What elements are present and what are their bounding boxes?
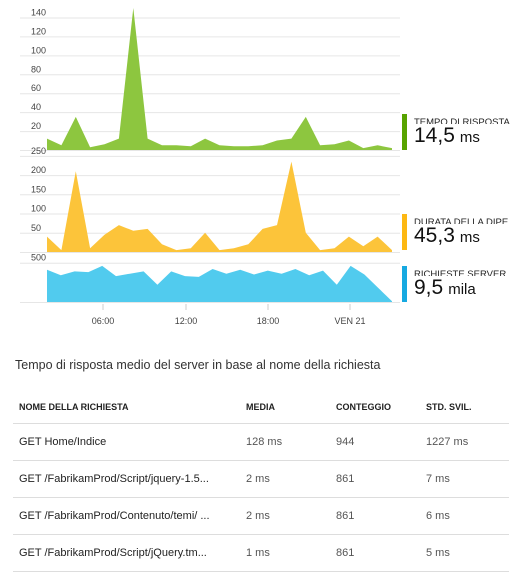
- y-tick-label: 150: [31, 184, 46, 194]
- x-tick-label: 12:00: [175, 316, 198, 326]
- request-std-dev: 6 ms: [420, 497, 509, 535]
- request-std-dev: 7 ms: [420, 460, 509, 498]
- legend-dependency-duration[interactable]: DURATA DELLA DIPEND... 45,3 ms: [402, 214, 529, 250]
- request-name: GET Home/Indice: [13, 423, 240, 461]
- table-row[interactable]: GET Home/Indice 128 ms 944 1227 ms: [13, 423, 509, 461]
- table-row[interactable]: GET /FabrikamProd/Contenuto/temi/ ... 2 …: [13, 497, 509, 535]
- request-average: 128 ms: [240, 423, 330, 461]
- legend-server-requests[interactable]: RICHIESTE SERVER 9,5 mila: [402, 266, 529, 302]
- y-tick-label: 80: [31, 64, 41, 74]
- y-tick-label: 200: [31, 165, 46, 175]
- column-header-name[interactable]: NOME DELLA RICHIESTA: [13, 390, 240, 424]
- request-count: 861: [330, 497, 420, 535]
- request-average: 1 ms: [240, 534, 330, 572]
- y-tick-label: 500: [31, 253, 46, 263]
- series-area: [47, 8, 392, 150]
- requests-table: NOME DELLA RICHIESTA MEDIA CONTEGGIO STD…: [13, 390, 509, 572]
- series-area: [47, 265, 392, 302]
- y-tick-label: 250: [31, 146, 46, 156]
- legend-value: 14,5: [414, 124, 455, 147]
- y-tick-label: 50: [31, 223, 41, 233]
- legend-label: RICHIESTE SERVER: [414, 269, 507, 276]
- column-header-average[interactable]: MEDIA: [240, 390, 330, 424]
- legend-unit: mila: [448, 281, 476, 298]
- y-tick-label: 100: [31, 45, 46, 55]
- legend-color-bar: [402, 214, 407, 250]
- legend-unit: ms: [459, 129, 480, 146]
- legend-color-bar: [402, 266, 407, 302]
- column-header-std-dev[interactable]: STD. SVIL.: [420, 390, 509, 424]
- request-name: GET /FabrikamProd/Script/jquery-1.5...: [13, 460, 240, 498]
- y-tick-label: 20: [31, 121, 41, 131]
- table-row[interactable]: GET /FabrikamProd/Script/jquery-1.5... 2…: [13, 460, 509, 498]
- legend-unit: ms: [459, 229, 480, 246]
- request-std-dev: 5 ms: [420, 534, 509, 572]
- x-tick-label: VEN 21: [334, 316, 365, 326]
- legend-label: TEMPO DI RISPOSTA SE...: [414, 117, 519, 124]
- table-row[interactable]: GET /FabrikamProd/Script/jQuery.tm... 1 …: [13, 534, 509, 572]
- y-tick-label: 40: [31, 102, 41, 112]
- request-name: GET /FabrikamProd/Script/jQuery.tm...: [13, 534, 240, 572]
- request-count: 944: [330, 423, 420, 461]
- y-tick-label: 100: [31, 204, 46, 214]
- request-std-dev: 1227 ms: [420, 423, 509, 461]
- legend-label: DURATA DELLA DIPEND...: [414, 217, 519, 224]
- y-tick-label: 60: [31, 83, 41, 93]
- request-name: GET /FabrikamProd/Contenuto/temi/ ...: [13, 497, 240, 535]
- column-header-count[interactable]: CONTEGGIO: [330, 390, 420, 424]
- x-tick-label: 06:00: [92, 316, 115, 326]
- request-average: 2 ms: [240, 460, 330, 498]
- legend-value: 9,5: [414, 276, 444, 299]
- legend-response-time[interactable]: TEMPO DI RISPOSTA SE... 14,5ms: [402, 114, 529, 150]
- table-header-row: NOME DELLA RICHIESTA MEDIA CONTEGGIO STD…: [13, 390, 509, 424]
- table-title: Tempo di risposta medio del server in ba…: [15, 358, 381, 372]
- legend-value: 45,3: [414, 224, 455, 247]
- x-tick-label: 18:00: [257, 316, 280, 326]
- request-count: 861: [330, 534, 420, 572]
- y-tick-label: 140: [31, 7, 46, 17]
- legend-color-bar: [402, 114, 407, 150]
- request-count: 861: [330, 460, 420, 498]
- y-tick-label: 120: [31, 26, 46, 36]
- request-average: 2 ms: [240, 497, 330, 535]
